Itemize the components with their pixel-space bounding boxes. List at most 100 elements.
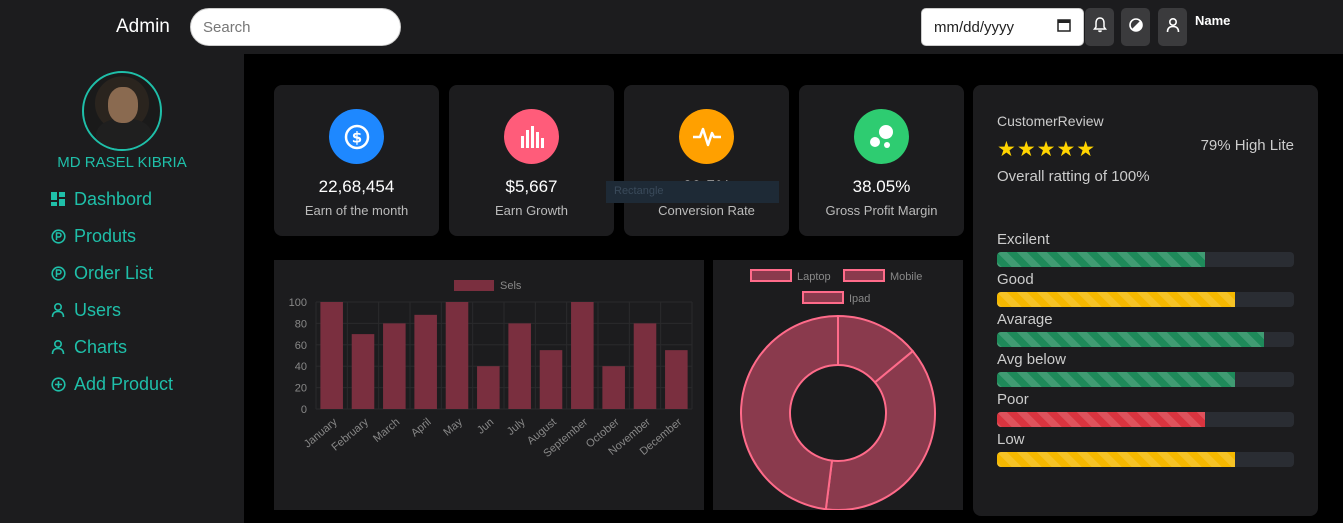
user-icon xyxy=(1166,17,1180,37)
bar[interactable] xyxy=(477,366,500,409)
legend-label: Ipad xyxy=(849,293,870,305)
rating-bar-fill xyxy=(997,292,1235,307)
sidebar-item-order-list[interactable]: Order List xyxy=(50,261,153,285)
bar[interactable] xyxy=(665,350,688,409)
bar[interactable] xyxy=(351,334,375,409)
sidebar-item-label: Dashbord xyxy=(74,188,153,209)
notification-button[interactable] xyxy=(1085,8,1114,46)
stat-label: Gross Profit Margin xyxy=(825,203,938,218)
pulse-icon xyxy=(679,109,734,164)
sidebar-item-label: Produts xyxy=(74,225,137,246)
stat-card-earn-month: $ 22,68,454 Earn of the month xyxy=(274,85,439,236)
customer-review-card: CustomerReview ★★★★★ 79% High Lite Overa… xyxy=(973,85,1318,516)
review-overall: Overall ratting of 100% xyxy=(997,168,1150,185)
ghost-tooltip: Rectangle xyxy=(606,181,779,203)
rating-bar xyxy=(997,252,1294,267)
y-tick-label: 20 xyxy=(295,383,307,395)
sidebar-item-label: Users xyxy=(74,299,122,320)
donut-chart-panel: Laptop Mobile Ipad xyxy=(713,260,963,511)
rating-bar-label: Good xyxy=(997,271,1034,288)
svg-text:$: $ xyxy=(351,128,361,146)
rating-bar-fill xyxy=(997,332,1265,347)
stat-card-conversion: 69.5% Conversion Rate xyxy=(624,85,789,236)
review-percent: 79% High Lite xyxy=(1200,137,1294,154)
grid-icon xyxy=(50,191,66,207)
legend-item-mobile[interactable]: Mobile xyxy=(843,269,922,283)
rating-bar-fill xyxy=(997,412,1205,427)
donut-slice-ipad[interactable] xyxy=(740,314,839,511)
theme-toggle-button[interactable] xyxy=(1121,8,1150,46)
donut-chart: Laptop Mobile Ipad xyxy=(740,269,936,511)
rating-bar-fill xyxy=(997,252,1205,267)
plus-circle-icon xyxy=(50,376,66,392)
bar[interactable] xyxy=(320,302,343,409)
star-rating: ★★★★★ xyxy=(997,137,1097,161)
rating-bar-label: Avarage xyxy=(997,311,1053,328)
legend-label: Mobile xyxy=(890,271,922,283)
bar[interactable] xyxy=(571,302,594,409)
bar[interactable] xyxy=(508,323,531,409)
bar[interactable] xyxy=(383,323,406,409)
rating-bar xyxy=(997,292,1294,307)
bar[interactable] xyxy=(633,323,657,409)
legend-label: Laptop xyxy=(797,271,831,283)
sidebar: MD RASEL KIBRIA Dashbord Produts Order L… xyxy=(0,54,244,523)
stat-value: 22,68,454 xyxy=(318,177,395,196)
stat-card-earn-growth: $5,667 Earn Growth xyxy=(449,85,614,236)
rating-bar xyxy=(997,372,1294,387)
sidebar-item-label: Order List xyxy=(74,262,154,283)
sidebar-item-charts[interactable]: Charts xyxy=(50,335,127,359)
rating-bar-fill xyxy=(997,372,1235,387)
legend-item-laptop[interactable]: Laptop xyxy=(750,269,831,283)
stat-label: Earn of the month xyxy=(304,203,409,218)
user-icon xyxy=(50,339,66,355)
date-picker[interactable]: mm/dd/yyyy xyxy=(921,8,1084,46)
x-tick-label: March xyxy=(371,416,402,445)
y-tick-label: 40 xyxy=(295,361,307,373)
app-brand: Admin xyxy=(116,16,170,37)
stat-value: 38.05% xyxy=(852,177,911,196)
sidebar-item-dashboard[interactable]: Dashbord xyxy=(50,187,152,211)
search-input[interactable] xyxy=(190,8,401,46)
bar[interactable] xyxy=(602,366,625,409)
y-tick-label: 80 xyxy=(295,318,307,330)
review-title: CustomerReview xyxy=(997,113,1104,129)
bar-chart: Sels020406080100JanuaryFebruary March Apri… xyxy=(289,280,693,460)
parking-circle-icon xyxy=(50,265,66,281)
y-tick-label: 60 xyxy=(295,340,307,352)
y-tick-label: 100 xyxy=(289,297,307,309)
stat-value: $5,667 xyxy=(505,177,558,196)
sidebar-item-label: Charts xyxy=(74,336,128,357)
rating-bar xyxy=(997,412,1294,427)
x-tick-label: July xyxy=(505,416,528,438)
legend-label: Sels xyxy=(500,280,522,292)
sidebar-item-label: Add Product xyxy=(74,373,174,394)
user-name-label[interactable]: Name xyxy=(1195,13,1230,28)
dollar-coin-icon: $ xyxy=(329,109,384,164)
legend-item-sels[interactable]: Sels xyxy=(454,280,522,292)
legend-item-ipad[interactable]: Ipad xyxy=(802,291,870,305)
sidebar-item-users[interactable]: Users xyxy=(50,298,121,322)
sidebar-item-add-product[interactable]: Add Product xyxy=(50,372,173,396)
bar[interactable] xyxy=(414,314,437,409)
bubbles-icon xyxy=(854,109,909,164)
bar-chart-icon xyxy=(504,109,559,164)
calendar-icon[interactable] xyxy=(1057,18,1071,36)
rating-bar-label: Excilent xyxy=(997,231,1050,248)
sidebar-username: MD RASEL KIBRIA xyxy=(57,154,187,171)
date-placeholder: mm/dd/yyyy xyxy=(934,18,1015,36)
avatar[interactable] xyxy=(82,71,162,151)
stat-label: Earn Growth xyxy=(495,203,568,218)
bell-icon xyxy=(1092,17,1107,37)
bar[interactable] xyxy=(445,302,469,409)
rating-bar-label: Low xyxy=(997,431,1025,448)
sidebar-item-products[interactable]: Produts xyxy=(50,224,136,248)
x-tick-label: April xyxy=(409,416,434,439)
rating-bar xyxy=(997,452,1294,467)
profile-button[interactable] xyxy=(1158,8,1187,46)
stat-label: Conversion Rate xyxy=(658,203,755,218)
bar[interactable] xyxy=(539,350,563,409)
rating-bar-label: Poor xyxy=(997,391,1029,408)
rating-bar-fill xyxy=(997,452,1235,467)
user-icon xyxy=(50,302,66,318)
